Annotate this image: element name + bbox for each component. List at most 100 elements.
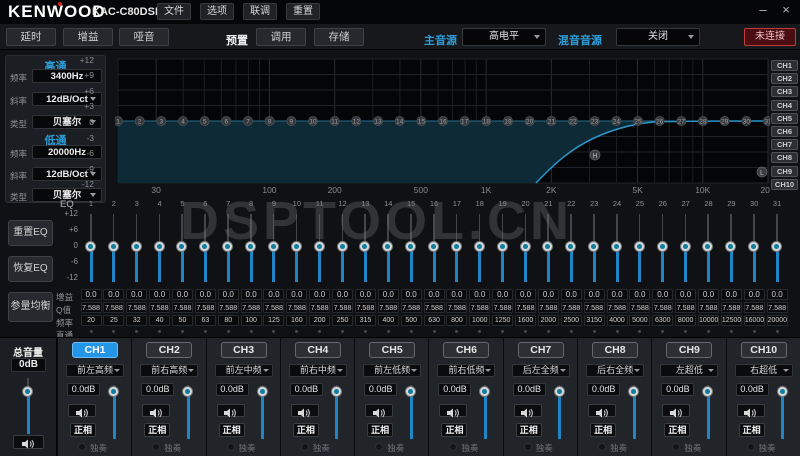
channel-button[interactable]: CH3 (221, 342, 267, 358)
eq-bypass-checkbox[interactable] (341, 330, 344, 333)
eq-freq-value[interactable]: 20000 (767, 315, 788, 326)
eq-point-handle[interactable]: 25 (633, 116, 642, 125)
eq-freq-value[interactable]: 80 (218, 315, 239, 326)
slider-knob[interactable] (268, 241, 279, 252)
eq-gain-value[interactable]: 0.0 (492, 289, 513, 300)
eq-bypass-checkbox[interactable] (478, 330, 481, 333)
eq-gain-value[interactable]: 0.0 (424, 289, 445, 300)
eq-freq-value[interactable]: 63 (195, 315, 216, 326)
eq-bypass-checkbox[interactable] (250, 330, 253, 333)
channel-gain-value[interactable]: 0.0dB (364, 383, 397, 396)
slider-knob[interactable] (22, 386, 33, 397)
eq-point-handle[interactable]: 7 (243, 116, 252, 125)
slider-knob[interactable] (337, 241, 348, 252)
eq-band-slider[interactable] (679, 211, 693, 285)
eq-point-handle[interactable]: 24 (612, 116, 621, 125)
recall-button[interactable]: 调用 (256, 28, 306, 46)
eq-point-handle[interactable]: 18 (482, 116, 491, 125)
solo-indicator[interactable] (747, 443, 755, 451)
eq-band-slider[interactable] (175, 211, 189, 285)
slider-knob[interactable] (451, 241, 462, 252)
phase-button[interactable]: 正相 (590, 423, 616, 437)
eq-gain-value[interactable]: 0.0 (309, 289, 330, 300)
eq-side-button[interactable]: 重置EQ (8, 220, 53, 246)
channel-gain-slider[interactable] (478, 383, 492, 441)
eq-freq-value[interactable]: 250 (332, 315, 353, 326)
slider-knob[interactable] (520, 241, 531, 252)
eq-freq-value[interactable]: 1250 (492, 315, 513, 326)
eq-gain-value[interactable]: 0.0 (81, 289, 102, 300)
slider-knob[interactable] (497, 241, 508, 252)
graph-channel-button[interactable]: CH10 (771, 179, 798, 190)
solo-indicator[interactable] (375, 443, 383, 451)
eq-q-value[interactable]: 7.588 (309, 302, 330, 313)
phase-button[interactable]: 正相 (219, 423, 245, 437)
eq-bypass-checkbox[interactable] (501, 330, 504, 333)
slider-knob[interactable] (154, 241, 165, 252)
eq-point-handle[interactable]: 12 (352, 116, 361, 125)
eq-point-handle[interactable]: 15 (417, 116, 426, 125)
eq-bypass-checkbox[interactable] (753, 330, 756, 333)
eq-q-value[interactable]: 7.588 (767, 302, 788, 313)
graph-channel-button[interactable]: CH7 (771, 139, 798, 150)
eq-gain-value[interactable]: 0.0 (607, 289, 628, 300)
eq-bypass-checkbox[interactable] (616, 330, 619, 333)
eq-band-slider[interactable] (450, 211, 464, 285)
eq-bypass-checkbox[interactable] (661, 330, 664, 333)
eq-bypass-checkbox[interactable] (272, 330, 275, 333)
slider-knob[interactable] (702, 386, 713, 397)
eq-band-slider[interactable] (701, 211, 715, 285)
eq-band-slider[interactable] (244, 211, 258, 285)
channel-assign-select[interactable]: 前左低频 (363, 364, 421, 377)
eq-q-value[interactable]: 7.588 (492, 302, 513, 313)
eq-gain-value[interactable]: 0.0 (652, 289, 673, 300)
channel-gain-value[interactable]: 0.0dB (736, 383, 769, 396)
eq-point-handle[interactable]: 29 (720, 116, 729, 125)
eq-q-value[interactable]: 7.588 (149, 302, 170, 313)
eq-q-value[interactable]: 7.588 (103, 302, 124, 313)
eq-point-handle[interactable]: 3 (157, 116, 166, 125)
slider-knob[interactable] (748, 241, 759, 252)
slider-knob[interactable] (771, 241, 782, 252)
eq-band-slider[interactable] (381, 211, 395, 285)
eq-q-value[interactable]: 7.588 (538, 302, 559, 313)
eq-point-handle[interactable]: 23 (590, 116, 599, 125)
channel-button[interactable]: CH2 (146, 342, 192, 358)
eq-bypass-checkbox[interactable] (364, 330, 367, 333)
eq-gain-value[interactable]: 0.0 (629, 289, 650, 300)
eq-side-button[interactable]: 参量均衡 (8, 292, 53, 322)
solo-indicator[interactable] (301, 443, 309, 451)
channel-gain-slider[interactable] (776, 383, 790, 441)
eq-freq-value[interactable]: 20 (81, 315, 102, 326)
menu-item[interactable]: 联调 (243, 3, 277, 20)
phase-button[interactable]: 正相 (441, 423, 467, 437)
eq-band-slider[interactable] (770, 211, 784, 285)
eq-gain-value[interactable]: 0.0 (446, 289, 467, 300)
eq-band-slider[interactable] (724, 211, 738, 285)
eq-bypass-checkbox[interactable] (90, 330, 93, 333)
eq-gain-value[interactable]: 0.0 (675, 289, 696, 300)
channel-gain-value[interactable]: 0.0dB (141, 383, 174, 396)
channel-mute-button[interactable] (291, 404, 319, 417)
eq-q-value[interactable]: 7.588 (378, 302, 399, 313)
slider-knob[interactable] (257, 386, 268, 397)
eq-freq-value[interactable]: 2500 (561, 315, 582, 326)
eq-band-slider[interactable] (198, 211, 212, 285)
eq-point-handle[interactable]: 6 (222, 116, 231, 125)
eq-freq-value[interactable]: 630 (424, 315, 445, 326)
eq-band-slider[interactable] (496, 211, 510, 285)
eq-band-slider[interactable] (564, 211, 578, 285)
eq-freq-value[interactable]: 16000 (744, 315, 765, 326)
channel-assign-select[interactable]: 前左中频 (215, 364, 273, 377)
slider-knob[interactable] (777, 386, 788, 397)
eq-point-handle[interactable]: 20 (525, 116, 534, 125)
eq-point-handle[interactable]: 8 (265, 116, 274, 125)
connect-button[interactable]: 未连接 (744, 28, 796, 46)
channel-gain-slider[interactable] (553, 383, 567, 441)
slider-knob[interactable] (628, 386, 639, 397)
eq-bypass-checkbox[interactable] (707, 330, 710, 333)
slider-knob[interactable] (611, 241, 622, 252)
eq-q-value[interactable]: 7.588 (218, 302, 239, 313)
slider-knob[interactable] (85, 241, 96, 252)
eq-q-value[interactable]: 7.588 (744, 302, 765, 313)
